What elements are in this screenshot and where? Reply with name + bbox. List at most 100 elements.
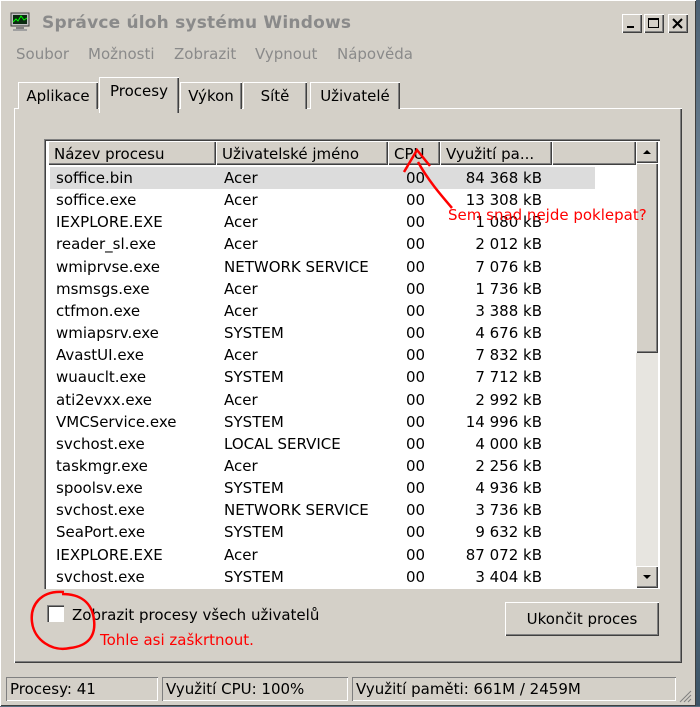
user-name-cell: SYSTEM bbox=[224, 368, 284, 387]
memory-cell: 2 256 kB bbox=[475, 456, 542, 475]
memory-cell: 3 736 kB bbox=[475, 501, 542, 520]
memory-cell: 2 012 kB bbox=[475, 235, 542, 254]
resize-grip-icon[interactable] bbox=[678, 688, 692, 703]
window-title: Správce úloh systému Windows bbox=[42, 13, 352, 33]
cpu-cell: 00 bbox=[406, 456, 426, 475]
menu-napoveda[interactable]: Nápověda bbox=[337, 45, 413, 63]
table-row[interactable]: SeaPort.exe SYSTEM 00 9 632 kB bbox=[50, 521, 650, 543]
annotation-checkbox-note: Tohle asi zaškrtnout. bbox=[100, 631, 254, 649]
process-name-cell: soffice.exe bbox=[56, 191, 137, 210]
process-name-cell: wuauclt.exe bbox=[56, 368, 147, 387]
user-name-cell: NETWORK SERVICE bbox=[224, 257, 369, 276]
cpu-cell: 00 bbox=[406, 346, 426, 365]
table-row[interactable]: svchost.exe LOCAL SERVICE 00 4 000 kB bbox=[50, 433, 650, 455]
menu-zobrazit[interactable]: Zobrazit bbox=[174, 45, 236, 63]
process-name-cell: taskmgr.exe bbox=[56, 456, 148, 475]
process-name-cell: ctfmon.exe bbox=[56, 301, 141, 320]
menu-bar: Soubor Možnosti Zobrazit Vypnout Nápověd… bbox=[4, 42, 692, 66]
task-manager-window: Správce úloh systému Windows Soubor Možn… bbox=[0, 0, 696, 706]
table-row[interactable]: wmiapsrv.exe SYSTEM 00 4 676 kB bbox=[50, 322, 650, 344]
user-name-cell: Acer bbox=[224, 279, 258, 298]
process-name-cell: SeaPort.exe bbox=[56, 523, 146, 542]
table-row[interactable]: wuauclt.exe SYSTEM 00 7 712 kB bbox=[50, 366, 650, 388]
show-all-users-checkbox[interactable] bbox=[47, 605, 64, 622]
menu-vypnout[interactable]: Vypnout bbox=[255, 45, 317, 63]
memory-cell: 9 632 kB bbox=[475, 523, 542, 542]
status-cpu: Využití CPU: 100% bbox=[162, 677, 348, 701]
column-header-user[interactable]: Uživatelské jméno bbox=[216, 141, 388, 165]
user-name-cell: SYSTEM bbox=[224, 479, 284, 498]
scroll-up-button[interactable] bbox=[636, 141, 658, 163]
scroll-down-button[interactable] bbox=[636, 566, 658, 588]
process-name-cell: wmiprvse.exe bbox=[56, 257, 161, 276]
end-process-button[interactable]: Ukončit proces bbox=[505, 602, 659, 636]
table-row[interactable]: msmsgs.exe Acer 00 1 736 kB bbox=[50, 278, 650, 300]
memory-cell: 84 368 kB bbox=[465, 169, 542, 187]
user-name-cell: Acer bbox=[224, 301, 258, 320]
table-row[interactable]: svchost.exe NETWORK SERVICE 00 3 736 kB bbox=[50, 499, 650, 521]
cpu-cell: 00 bbox=[406, 257, 426, 276]
close-icon bbox=[672, 18, 683, 29]
process-name-cell: msmsgs.exe bbox=[56, 279, 150, 298]
user-name-cell: LOCAL SERVICE bbox=[224, 434, 341, 453]
tab-aplikace[interactable]: Aplikace bbox=[18, 82, 98, 109]
tab-procesy[interactable]: Procesy bbox=[99, 77, 179, 113]
cpu-cell: 00 bbox=[406, 501, 426, 520]
cpu-cell: 00 bbox=[406, 169, 426, 187]
memory-cell: 14 996 kB bbox=[465, 412, 542, 431]
table-row[interactable]: VMCService.exe SYSTEM 00 14 996 kB bbox=[50, 411, 650, 433]
user-name-cell: SYSTEM bbox=[224, 567, 284, 586]
process-name-cell: svchost.exe bbox=[56, 434, 145, 453]
user-name-cell: Acer bbox=[224, 346, 258, 365]
table-row[interactable]: taskmgr.exe Acer 00 2 256 kB bbox=[50, 455, 650, 477]
tab-vykon[interactable]: Výkon bbox=[180, 82, 242, 109]
column-header-memory[interactable]: Využití pa... bbox=[440, 141, 552, 165]
table-row[interactable]: reader_sl.exe Acer 00 2 012 kB bbox=[50, 233, 650, 255]
user-name-cell: Acer bbox=[224, 169, 258, 187]
table-row[interactable]: AvastUI.exe Acer 00 7 832 kB bbox=[50, 344, 650, 366]
cpu-cell: 00 bbox=[406, 479, 426, 498]
table-row[interactable]: ati2evxx.exe Acer 00 2 992 kB bbox=[50, 389, 650, 411]
cpu-cell: 00 bbox=[406, 567, 426, 586]
close-button[interactable] bbox=[668, 14, 688, 33]
table-row[interactable]: wmiprvse.exe NETWORK SERVICE 00 7 076 kB bbox=[50, 256, 650, 278]
user-name-cell: Acer bbox=[224, 456, 258, 475]
cpu-cell: 00 bbox=[406, 191, 426, 210]
memory-cell: 7 832 kB bbox=[475, 346, 542, 365]
tab-uzivatele[interactable]: Uživatelé bbox=[310, 82, 400, 109]
minimize-icon bbox=[627, 26, 634, 28]
cpu-cell: 00 bbox=[406, 279, 426, 298]
table-row[interactable]: ctfmon.exe Acer 00 3 388 kB bbox=[50, 300, 650, 322]
memory-cell: 2 992 kB bbox=[475, 390, 542, 409]
minimize-button[interactable] bbox=[622, 14, 642, 33]
arrow-down-icon bbox=[643, 575, 651, 579]
show-all-users-label[interactable]: Zobrazit procesy všech uživatelů bbox=[72, 606, 319, 624]
cpu-cell: 00 bbox=[406, 523, 426, 542]
table-row[interactable]: svchost.exe SYSTEM 00 3 404 kB bbox=[50, 566, 650, 588]
memory-cell: 1 736 kB bbox=[475, 279, 542, 298]
column-header-cpu[interactable]: CPU bbox=[388, 141, 440, 165]
task-manager-icon bbox=[10, 12, 30, 31]
maximize-button[interactable] bbox=[644, 14, 664, 33]
title-bar[interactable]: Správce úloh systému Windows bbox=[4, 4, 692, 40]
process-name-cell: spoolsv.exe bbox=[56, 479, 143, 498]
table-row[interactable]: soffice.bin Acer 00 84 368 kB bbox=[50, 167, 650, 189]
column-header-name[interactable]: Název procesu bbox=[48, 141, 216, 165]
process-name-cell: svchost.exe bbox=[56, 501, 145, 520]
table-row[interactable]: IEXPLORE.EXE Acer 00 87 072 kB bbox=[50, 544, 650, 566]
user-name-cell: SYSTEM bbox=[224, 324, 284, 343]
memory-cell: 7 712 kB bbox=[475, 368, 542, 387]
scroll-thumb[interactable] bbox=[636, 163, 658, 353]
annotation-cpu-note: Sem snad nejde poklepat? bbox=[448, 206, 647, 224]
user-name-cell: Acer bbox=[224, 213, 258, 232]
user-name-cell: Acer bbox=[224, 235, 258, 254]
arrow-up-icon bbox=[643, 150, 651, 154]
cpu-cell: 00 bbox=[406, 434, 426, 453]
tab-site[interactable]: Sítě bbox=[243, 82, 307, 109]
menu-moznosti[interactable]: Možnosti bbox=[88, 45, 155, 63]
table-row[interactable]: spoolsv.exe SYSTEM 00 4 936 kB bbox=[50, 477, 650, 499]
cpu-cell: 00 bbox=[406, 235, 426, 254]
process-name-cell: IEXPLORE.EXE bbox=[56, 213, 163, 232]
status-processes: Procesy: 41 bbox=[6, 677, 158, 701]
menu-soubor[interactable]: Soubor bbox=[16, 45, 69, 63]
